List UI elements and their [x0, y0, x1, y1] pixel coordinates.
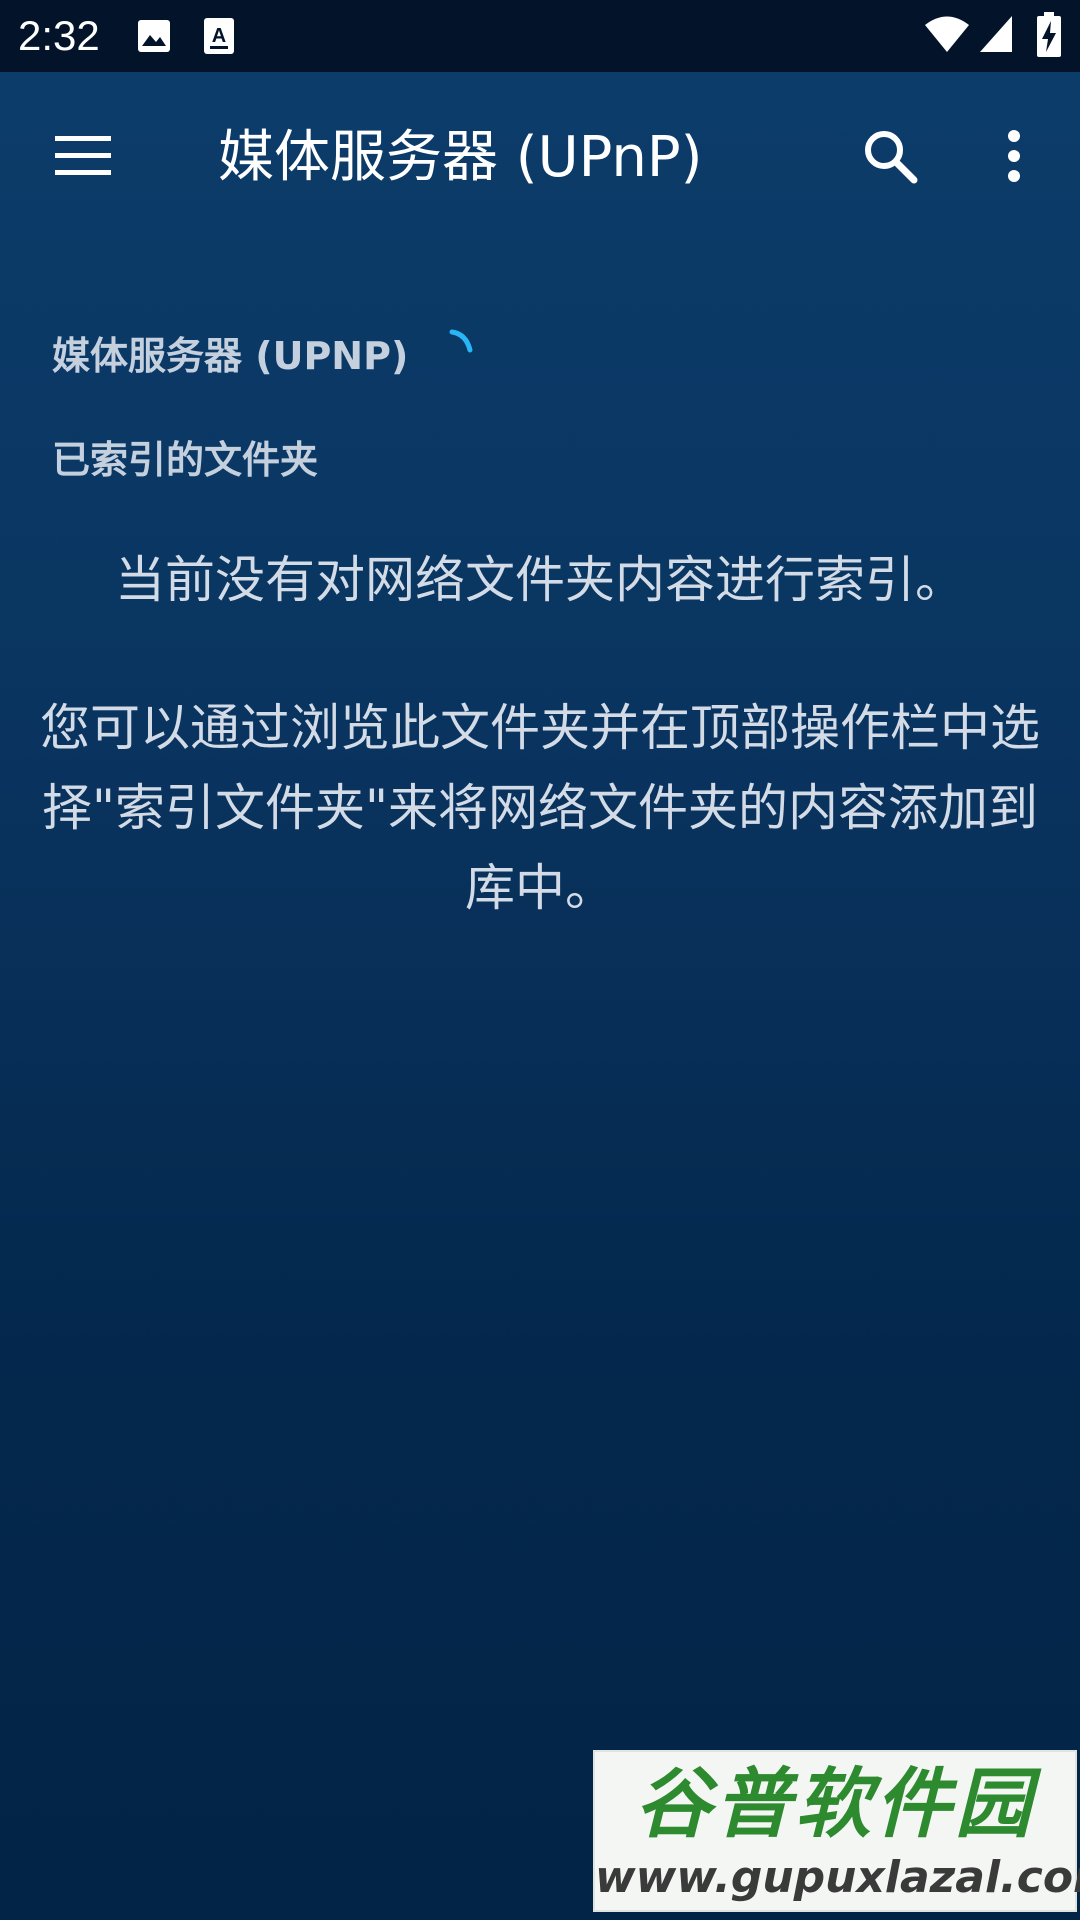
status-bar: 2:32 A — [0, 0, 1080, 72]
app-bar-title: 媒体服务器 (UPnP) — [218, 125, 703, 190]
watermark-url: www.gupuxlazal.com — [595, 1852, 1080, 1903]
watermark-logo-text: 谷普软件园 — [635, 1759, 1035, 1848]
search-icon — [862, 128, 918, 188]
svg-text:A: A — [212, 25, 226, 47]
hamburger-menu-icon — [55, 135, 113, 181]
more-vert-icon — [1004, 130, 1024, 186]
loading-spinner-icon — [446, 328, 476, 358]
status-time: 2:32 — [18, 12, 100, 59]
cell-signal-icon — [978, 14, 1014, 58]
app-bar: 媒体服务器 (UPnP) — [0, 72, 1080, 240]
help-text: 您可以通过浏览此文件夹并在顶部操作栏中选择"索引文件夹"来将网络文件夹的内容添加… — [40, 699, 1040, 917]
indexed-folders-header: 已索引的文件夹 — [52, 438, 319, 482]
overflow-menu-button[interactable] — [970, 114, 1058, 202]
image-notification-icon — [136, 18, 172, 58]
navigation-menu-button[interactable] — [40, 114, 128, 202]
watermark-logo: 谷普软件园 www.gupuxlazal.com — [593, 1750, 1080, 1912]
text-notification-icon: A — [202, 16, 236, 60]
wifi-icon — [924, 14, 970, 58]
empty-state-message: 当前没有对网络文件夹内容进行索引。 — [115, 551, 965, 609]
section-title: 媒体服务器 (UPNP) — [52, 334, 409, 378]
battery-charging-icon — [1036, 12, 1062, 62]
search-button[interactable] — [846, 114, 934, 202]
